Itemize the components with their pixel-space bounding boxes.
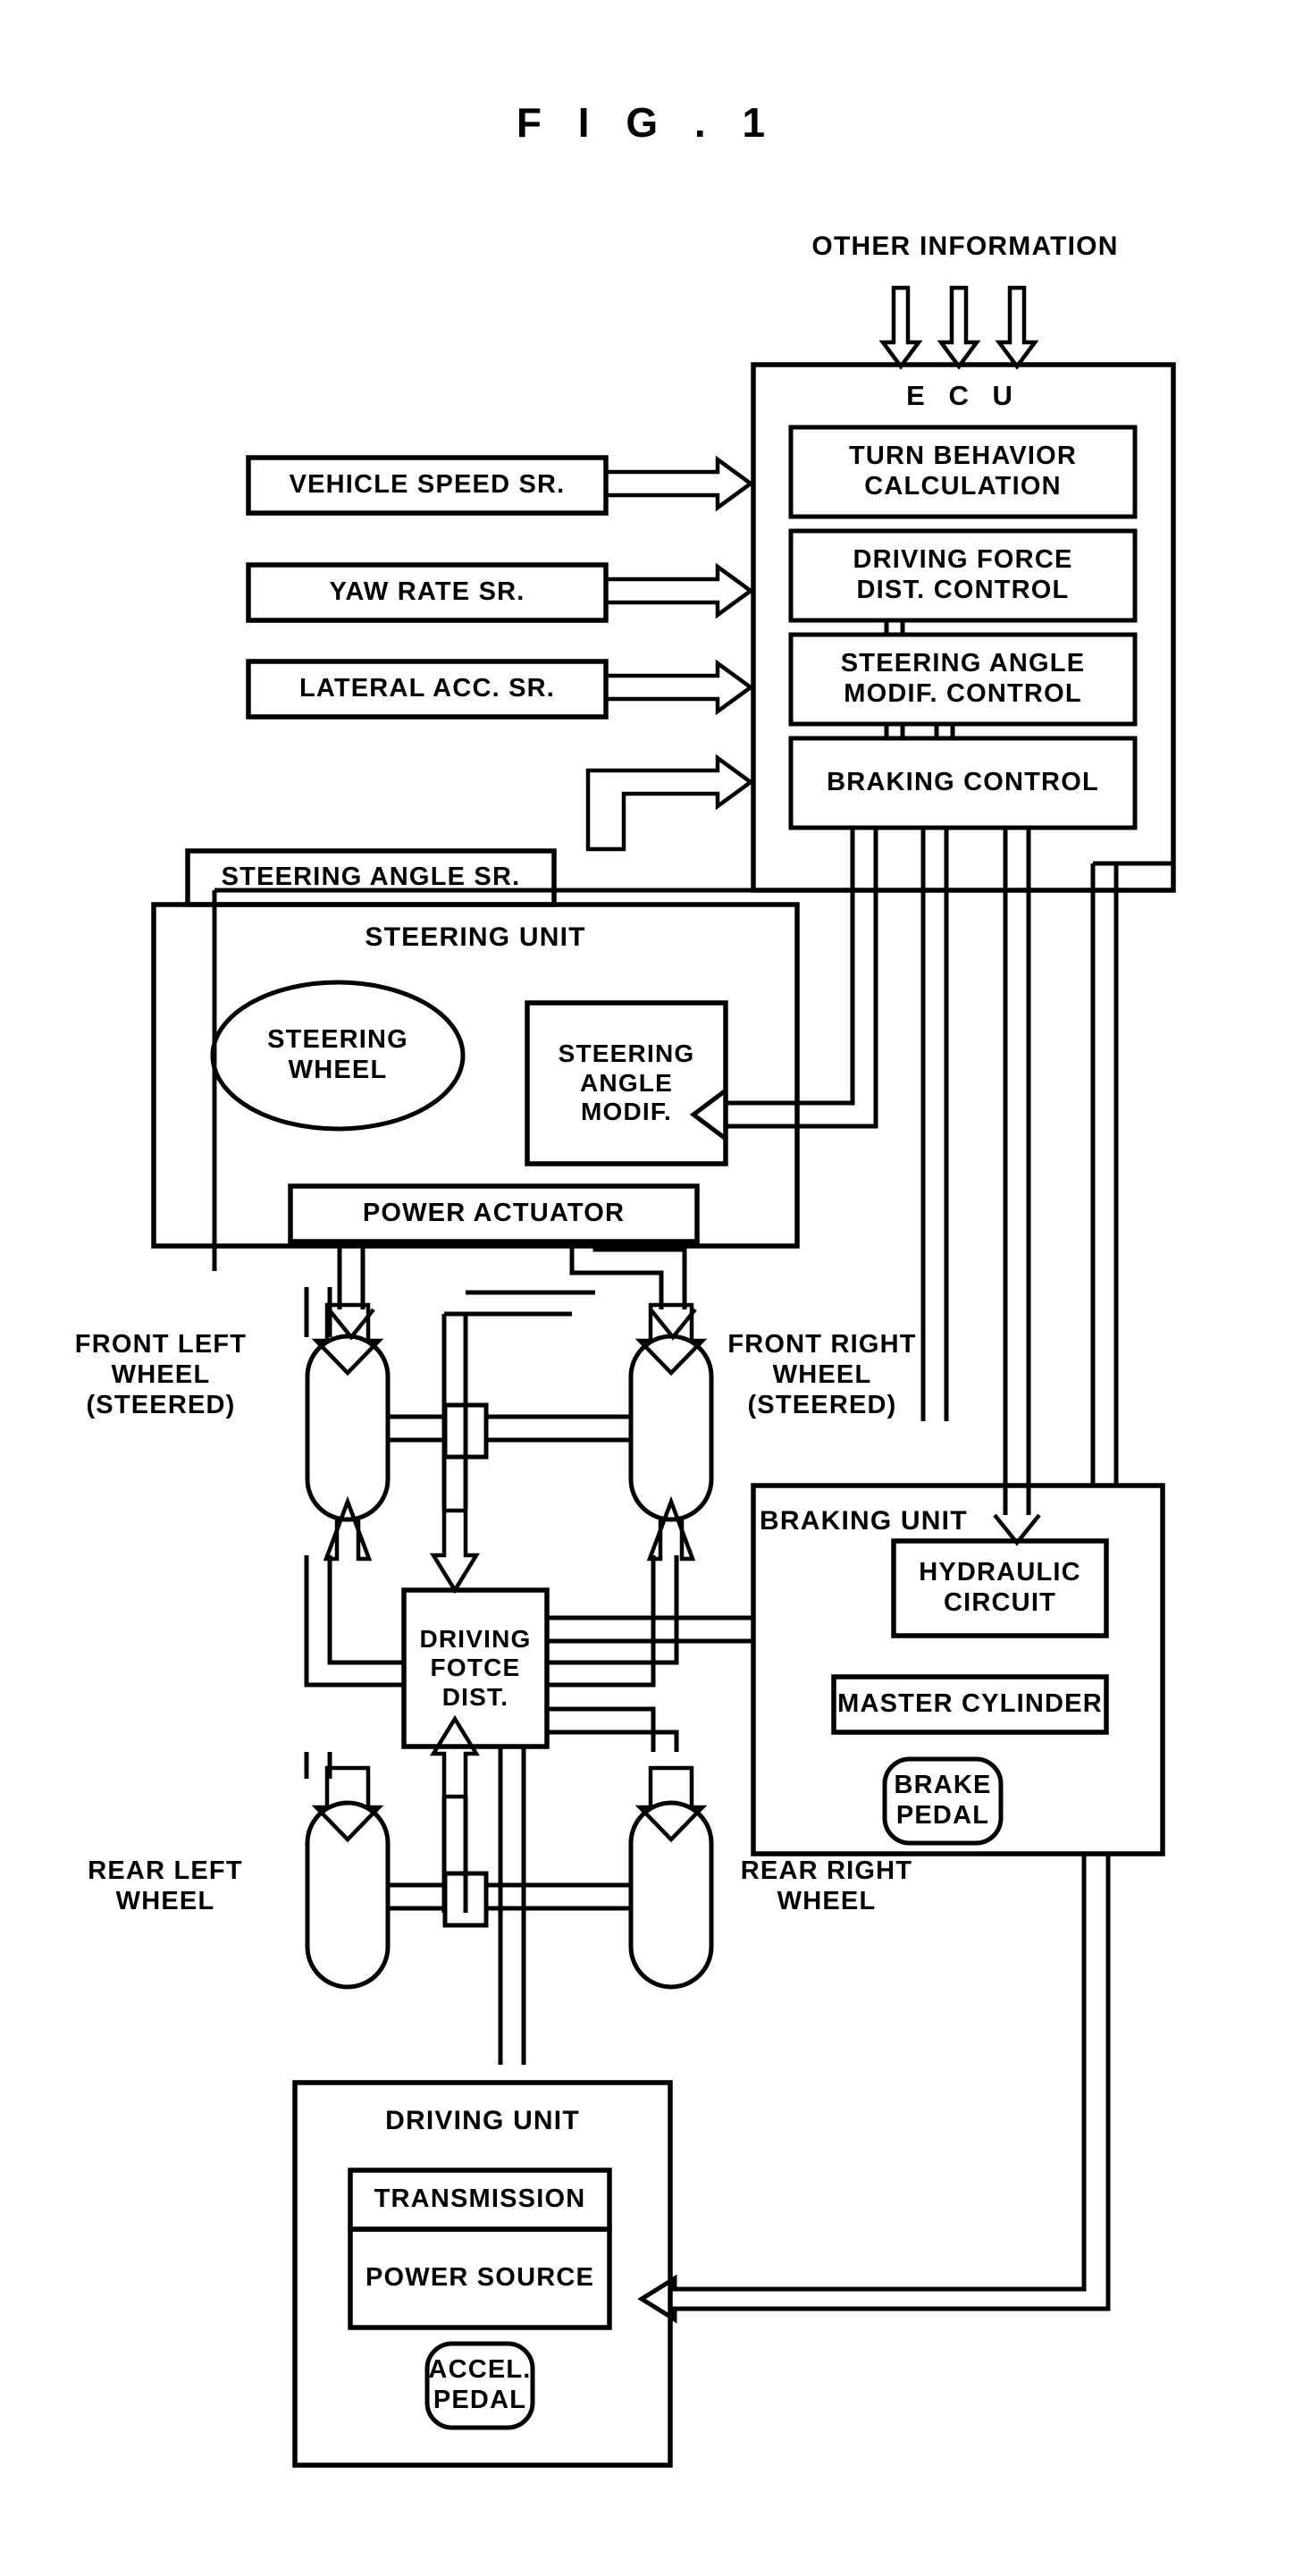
- driving-force-dist[interactable]: DRIVING FOTCE DIST.: [404, 1590, 547, 1747]
- brake-pedal[interactable]: BRAKE PEDAL: [885, 1759, 1001, 1843]
- hydraulic-circuit[interactable]: HYDRAULIC CIRCUIT: [894, 1541, 1106, 1636]
- accel-pedal[interactable]: ACCEL. PEDAL: [427, 2344, 533, 2428]
- front-left-wheel-label: FRONT LEFT WHEEL (STEERED): [74, 1330, 248, 1420]
- power-actuator[interactable]: POWER ACTUATOR: [290, 1186, 697, 1242]
- sensor-vehicle-speed[interactable]: VEHICLE SPEED SR.: [248, 458, 606, 513]
- rear-right-wheel-label: REAR RIGHT WHEEL: [740, 1856, 913, 1916]
- ecu-block-braking-control[interactable]: BRAKING CONTROL: [791, 738, 1135, 828]
- ecu-block-driving-force-dist-control[interactable]: DRIVING FORCE DIST. CONTROL: [791, 531, 1135, 620]
- sensor-lateral-acc[interactable]: LATERAL ACC. SR.: [248, 661, 606, 717]
- ecu-title: E C U: [906, 380, 1021, 412]
- front-right-wheel-label: FRONT RIGHT WHEEL (STEERED): [727, 1330, 917, 1420]
- transmission[interactable]: TRANSMISSION: [350, 2170, 609, 2229]
- braking-unit-title: BRAKING UNIT: [760, 1506, 968, 1536]
- sensor-yaw-rate[interactable]: YAW RATE SR.: [248, 565, 606, 620]
- sensor-steering-angle[interactable]: STEERING ANGLE SR.: [188, 851, 554, 905]
- rear-left-wheel-label: REAR LEFT WHEEL: [88, 1856, 243, 1916]
- ecu-block-turn-behavior-calculation[interactable]: TURN BEHAVIOR CALCULATION: [791, 427, 1135, 517]
- steering-angle-modif[interactable]: STEERING ANGLE MODIF.: [527, 1003, 726, 1164]
- other-information-label: OTHER INFORMATION: [811, 232, 1119, 261]
- driving-unit-title: DRIVING UNIT: [385, 2105, 580, 2135]
- patent-figure-canvas: F I G . 1 OTHER INFORMATION E C U TURN B…: [0, 0, 1294, 2576]
- power-source[interactable]: POWER SOURCE: [350, 2229, 609, 2328]
- steering-unit-title: STEERING UNIT: [365, 922, 586, 952]
- steering-wheel[interactable]: STEERING WHEEL: [213, 982, 463, 1129]
- master-cylinder[interactable]: MASTER CYLINDER: [834, 1677, 1106, 1732]
- ecu-block-steering-angle-modif-control[interactable]: STEERING ANGLE MODIF. CONTROL: [791, 635, 1135, 724]
